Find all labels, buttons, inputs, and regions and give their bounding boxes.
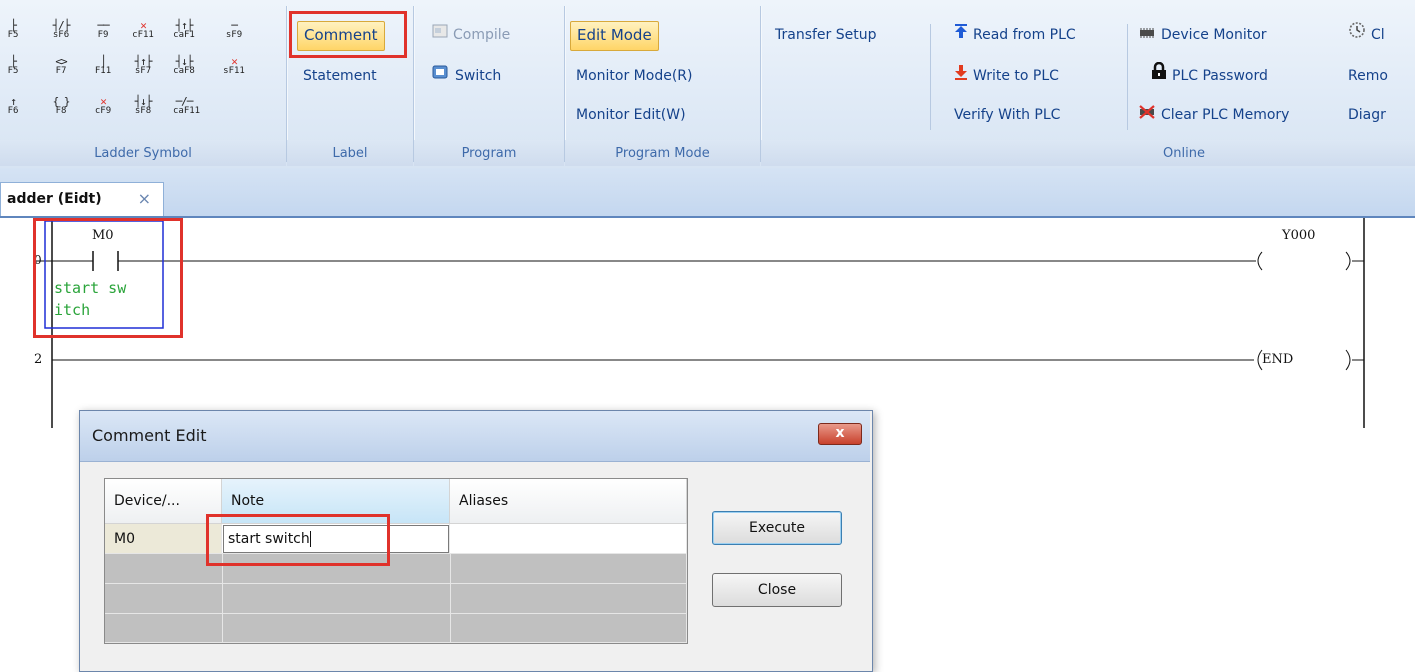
- ladder-symbol-button[interactable]: ├ F5: [2, 56, 24, 76]
- ladder-symbol-group-label: Ladder Symbol: [94, 146, 192, 161]
- diagnostics-button[interactable]: Diagr: [1342, 101, 1392, 129]
- compile-icon: [432, 21, 448, 49]
- ladder-symbol-button[interactable]: │ F11: [92, 56, 114, 76]
- ladder-symbol-key: sF8: [134, 106, 152, 116]
- program-group-label: Program: [461, 146, 517, 161]
- column-header-device[interactable]: Device/...: [105, 479, 222, 524]
- ladder-symbol-key: cF11: [132, 30, 154, 40]
- lock-icon: [1151, 61, 1167, 90]
- tab-label: adder (Eidt): [7, 191, 102, 207]
- ladder-symbol-button[interactable]: ✕ sF11: [223, 56, 245, 76]
- read-from-plc-button[interactable]: Read from PLC: [948, 21, 1082, 49]
- ladder-symbol-button[interactable]: ┤↓├ caF8: [173, 56, 195, 76]
- monitor-mode-button[interactable]: Monitor Mode(R): [570, 62, 698, 90]
- comment-grid: Device/... Note Aliases M0 start switch: [104, 478, 688, 644]
- empty-row: [105, 584, 687, 614]
- remote-button[interactable]: Remo: [1342, 62, 1394, 90]
- compile-label: Compile: [453, 27, 511, 43]
- device-monitor-button[interactable]: Device Monitor: [1132, 21, 1273, 49]
- empty-row: [105, 614, 687, 643]
- ladder-symbol-key: caF11: [173, 106, 201, 116]
- note-highlight: [206, 514, 390, 566]
- ladder-symbol-button[interactable]: ─ sF9: [223, 20, 245, 40]
- ladder-symbol-key: F8: [55, 106, 67, 116]
- ladder-symbol-key: F6: [7, 106, 19, 116]
- ladder-symbol-button[interactable]: ├ F5: [2, 20, 24, 40]
- clock-button[interactable]: Cl: [1342, 21, 1391, 49]
- monitor-edit-button[interactable]: Monitor Edit(W): [570, 101, 692, 129]
- ladder-symbol-button[interactable]: ✕ cF11: [132, 20, 154, 40]
- switch-label: Switch: [455, 68, 502, 84]
- ladder-symbol-key: sF9: [225, 30, 243, 40]
- switch-icon: [432, 62, 450, 90]
- ladder-symbol-key: caF8: [173, 66, 195, 76]
- dialog-close-icon[interactable]: x: [818, 423, 862, 445]
- ladder-symbol-button[interactable]: ─/─ caF11: [173, 96, 200, 116]
- ladder-symbol-key: F5: [7, 30, 19, 40]
- write-to-plc-button[interactable]: Write to PLC: [948, 62, 1065, 90]
- rung-2-number: 2: [34, 352, 43, 367]
- ladder-symbol-key: sF11: [223, 66, 245, 76]
- compile-button[interactable]: Compile: [426, 21, 516, 49]
- ladder-symbol-button[interactable]: ↑ F6: [2, 96, 24, 116]
- ladder-symbol-key: sF7: [134, 66, 152, 76]
- ladder-symbol-key: F9: [97, 30, 109, 40]
- read-arrow-icon: [954, 21, 968, 49]
- plc-password-button[interactable]: PLC Password: [1145, 61, 1274, 90]
- empty-row: [105, 554, 687, 584]
- ribbon: ├ F5 ┤/├ sF6 ── F9 ✕ cF11 ┤↑├ caF1 ─ sF9 ├ F5 <> F7 │ F11…: [0, 0, 1415, 169]
- clock-label: Cl: [1371, 27, 1385, 43]
- ladder-symbol-button[interactable]: ┤↑├ sF7: [132, 56, 154, 76]
- close-button[interactable]: Close: [712, 573, 842, 607]
- column-header-aliases[interactable]: Aliases: [450, 479, 687, 524]
- label-group-label: Label: [332, 146, 368, 161]
- comment-edit-dialog: Comment Edit x Device/... Note Aliases M…: [79, 410, 873, 672]
- ladder-symbol-button[interactable]: ┤↓├ sF8: [132, 96, 154, 116]
- contact-highlight: [33, 218, 183, 338]
- clear-plc-memory-button[interactable]: Clear PLC Memory: [1132, 101, 1295, 129]
- switch-button[interactable]: Switch: [426, 62, 507, 90]
- write-arrow-icon: [954, 62, 968, 90]
- ladder-symbol-button[interactable]: ┤↑├ caF1: [173, 20, 195, 40]
- plc-password-label: PLC Password: [1172, 68, 1268, 84]
- comment-highlight: [289, 11, 407, 58]
- ladder-symbol-key: F5: [7, 66, 19, 76]
- edit-mode-button[interactable]: Edit Mode: [570, 21, 659, 51]
- read-from-plc-label: Read from PLC: [973, 27, 1076, 43]
- clear-memory-icon: [1138, 101, 1156, 129]
- ladder-symbol-key: F11: [94, 66, 112, 76]
- online-group-label: Online: [1163, 146, 1205, 161]
- ladder-symbol-button[interactable]: ┤/├ sF6: [50, 20, 72, 40]
- ladder-symbol-key: cF9: [94, 106, 112, 116]
- tab-ladder-edit[interactable]: adder (Eidt) ×: [0, 182, 164, 216]
- aliases-cell[interactable]: [450, 524, 687, 554]
- tab-close-icon[interactable]: ×: [138, 183, 151, 215]
- coil-device-label: Y000: [1282, 228, 1316, 243]
- verify-with-plc-button[interactable]: Verify With PLC: [948, 101, 1066, 129]
- clear-plc-memory-label: Clear PLC Memory: [1161, 107, 1290, 123]
- ladder-symbol-key: caF1: [173, 30, 195, 40]
- dialog-title-bar[interactable]: Comment Edit x: [80, 411, 870, 462]
- transfer-setup-button[interactable]: Transfer Setup: [769, 21, 883, 49]
- device-monitor-label: Device Monitor: [1161, 27, 1267, 43]
- ladder-symbol-key: sF6: [52, 30, 70, 40]
- dialog-title: Comment Edit: [92, 426, 207, 445]
- end-instruction: END: [1262, 352, 1294, 367]
- write-to-plc-label: Write to PLC: [973, 68, 1059, 84]
- device-monitor-icon: [1138, 21, 1156, 49]
- clock-icon: [1348, 21, 1366, 49]
- ladder-symbol-key: F7: [55, 66, 67, 76]
- document-tab-strip: adder (Eidt) ×: [0, 168, 1415, 218]
- ladder-symbol-button[interactable]: { } F8: [50, 96, 72, 116]
- statement-button[interactable]: Statement: [297, 62, 383, 90]
- device-cell[interactable]: M0: [105, 524, 222, 554]
- execute-button[interactable]: Execute: [712, 511, 842, 545]
- ladder-symbol-button[interactable]: ── F9: [92, 20, 114, 40]
- program-mode-group-label: Program Mode: [615, 146, 710, 161]
- ladder-symbol-button[interactable]: ✕ cF9: [92, 96, 114, 116]
- ladder-symbol-button[interactable]: <> F7: [50, 56, 72, 76]
